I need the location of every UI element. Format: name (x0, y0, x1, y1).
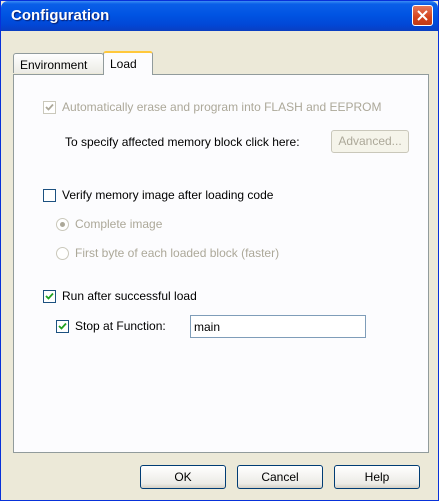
cancel-button[interactable]: Cancel (237, 465, 323, 489)
first-byte-label: First byte of each loaded block (faster) (75, 246, 280, 260)
first-byte-option[interactable]: First byte of each loaded block (faster) (56, 246, 279, 260)
configuration-dialog: Configuration Environment Load Automatic… (0, 0, 439, 501)
title-bar[interactable]: Configuration (1, 1, 438, 31)
specify-block-row: To specify affected memory block click h… (65, 135, 300, 149)
first-byte-radio[interactable] (56, 246, 69, 260)
complete-image-option[interactable]: Complete image (56, 217, 162, 231)
stop-at-function-input[interactable] (190, 315, 366, 338)
advanced-button[interactable]: Advanced... (331, 130, 409, 153)
auto-erase-checkbox (43, 100, 56, 114)
ok-button[interactable]: OK (140, 465, 226, 489)
complete-image-radio[interactable] (56, 217, 69, 231)
stop-at-checkbox[interactable] (56, 319, 69, 333)
run-after-option[interactable]: Run after successful load (43, 289, 197, 303)
load-tab-panel: Automatically erase and program into FLA… (13, 74, 429, 453)
verify-checkbox[interactable] (43, 188, 56, 202)
stop-at-label: Stop at Function: (75, 319, 166, 333)
complete-image-label: Complete image (75, 217, 163, 231)
tab-load-label: Load (110, 57, 137, 71)
tab-load[interactable]: Load (103, 51, 153, 75)
radio-selected-dot (60, 221, 65, 227)
close-button[interactable] (412, 5, 433, 26)
help-button[interactable]: Help (334, 465, 420, 489)
run-after-label: Run after successful load (62, 289, 197, 303)
specify-block-label: To specify affected memory block click h… (65, 135, 300, 149)
tab-environment[interactable]: Environment (13, 53, 104, 73)
check-icon (45, 292, 54, 300)
stop-at-option[interactable]: Stop at Function: (56, 319, 166, 333)
check-icon (58, 322, 67, 330)
run-after-checkbox[interactable] (43, 289, 56, 303)
verify-option[interactable]: Verify memory image after loading code (43, 188, 273, 202)
close-icon (417, 10, 428, 21)
verify-label: Verify memory image after loading code (62, 188, 274, 202)
auto-erase-label: Automatically erase and program into FLA… (62, 100, 382, 114)
auto-erase-option: Automatically erase and program into FLA… (43, 100, 381, 114)
check-icon (45, 103, 54, 111)
window-title: Configuration (11, 7, 110, 24)
tab-environment-label: Environment (20, 58, 88, 72)
